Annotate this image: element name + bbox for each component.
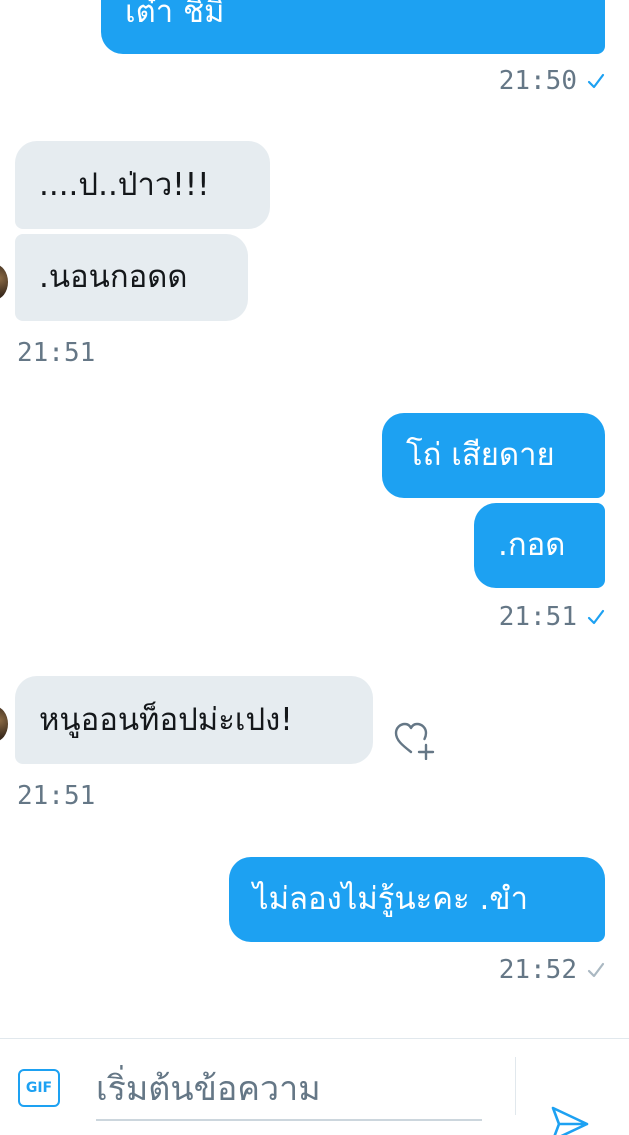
avatar[interactable] [0,706,8,742]
gif-button[interactable]: GIF [18,1069,60,1107]
heart-plus-icon[interactable] [392,718,438,761]
outgoing-message[interactable]: .กอด [474,503,605,588]
checkmark-icon [587,608,605,626]
message-text: เต๋า ชิมิ [125,0,225,30]
checkmark-icon [587,961,605,979]
message-text: ไม่ลองไม่รู้นะคะ .ขำ [253,881,528,917]
gif-label: GIF [25,1080,53,1096]
incoming-message[interactable]: .นอนกอดด [15,234,248,321]
paper-plane-icon[interactable] [550,1105,590,1135]
incoming-message[interactable]: ....ป..ป่าว!!! [15,141,270,229]
message-timestamp: 21:50 [499,66,605,96]
message-text: โถ่ เสียดาย [406,437,555,473]
message-timestamp: 21:51 [499,602,605,632]
outgoing-message[interactable]: โถ่ เสียดาย [382,413,605,498]
message-input[interactable] [96,1059,482,1121]
message-timestamp: 21:51 [17,338,96,368]
checkmark-icon [587,72,605,90]
message-text: .กอด [498,527,566,563]
outgoing-message[interactable]: ไม่ลองไม่รู้นะคะ .ขำ [229,857,605,942]
message-text: ....ป..ป่าว!!! [39,166,210,203]
incoming-message[interactable]: หนูออนท็อปม่ะเปง! [15,676,373,764]
composer-divider [515,1057,516,1115]
dm-conversation-screen: เต๋า ชิมิ 21:50 ....ป..ป่าว!!! .นอนกอดด … [0,0,629,1135]
message-timestamp: 21:51 [17,781,96,811]
message-composer: GIF [0,1038,629,1135]
outgoing-message-partial[interactable]: เต๋า ชิมิ [101,0,605,54]
message-text: .นอนกอดด [39,259,188,295]
message-timestamp: 21:52 [499,955,605,985]
message-text: หนูออนท็อปม่ะเปง! [39,701,293,738]
avatar[interactable] [0,264,8,300]
